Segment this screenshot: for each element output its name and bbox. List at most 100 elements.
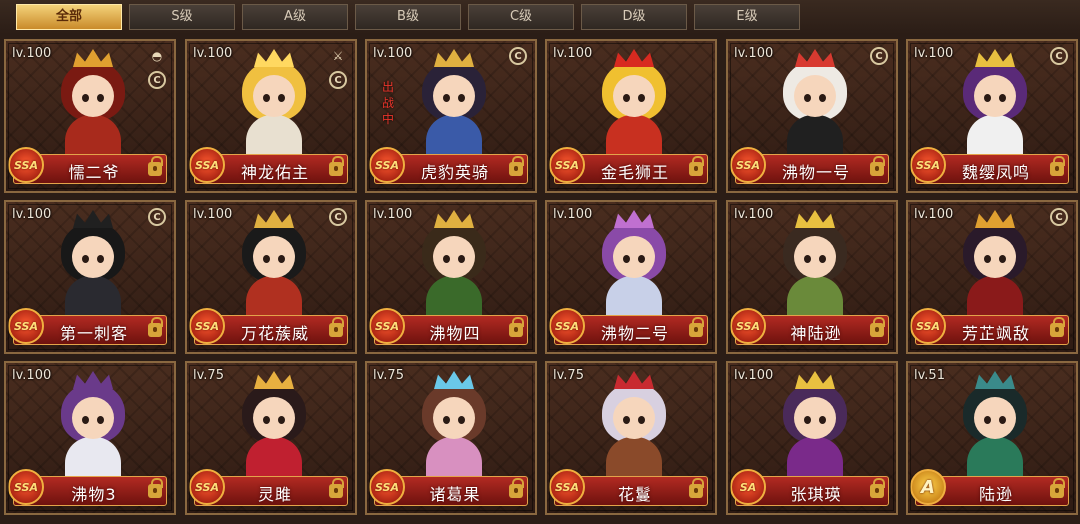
hero-badges: C [509, 47, 527, 65]
lock-icon[interactable] [870, 156, 885, 176]
portrait-eye [97, 255, 104, 263]
hero-card[interactable]: lv.51 A 陆逊 [906, 361, 1078, 515]
lock-icon[interactable] [870, 317, 885, 337]
hero-level: lv.100 [12, 46, 52, 61]
hero-card[interactable]: lv.75 SSA 诸葛果 [365, 361, 537, 515]
lock-icon[interactable] [1050, 156, 1065, 176]
rank-badge: SSA [8, 308, 44, 344]
portrait-headdress [254, 371, 294, 389]
tab-d-rank[interactable]: D级 [581, 4, 687, 30]
hero-card[interactable]: lv.100 ⚔ C SSA 神龙佑主 [185, 39, 357, 193]
hero-card[interactable]: lv.100 SSA 沸物3 [4, 361, 176, 515]
hero-name: 诸葛果 [429, 485, 481, 504]
hero-card[interactable]: lv.100 SSA 金毛狮王 [545, 39, 717, 193]
hero-portrait [593, 369, 675, 485]
coin-icon: C [1050, 47, 1068, 65]
hero-name: 陆逊 [978, 485, 1013, 504]
portrait-eye [984, 416, 991, 424]
rank-badge: SSA [910, 147, 946, 183]
hero-card[interactable]: lv.100 C SSA 芳芷飒敌 [906, 200, 1078, 354]
hero-level: lv.100 [193, 46, 233, 61]
hero-name-plate: SSA 金毛狮王 [549, 147, 708, 184]
portrait-headdress [254, 49, 294, 67]
portrait-eye [278, 255, 285, 263]
tab-s-rank[interactable]: S级 [129, 4, 235, 30]
hero-card[interactable]: lv.100 C SSA 魏缨凤鸣 [906, 39, 1078, 193]
hero-badges: C [870, 47, 888, 65]
lock-icon[interactable] [329, 156, 344, 176]
hero-card[interactable]: lv.75 SSA 花鬘 [545, 361, 717, 515]
tab-b-rank[interactable]: B级 [355, 4, 461, 30]
hero-card[interactable]: lv.100 SSA 沸物二号 [545, 200, 717, 354]
portrait-eye [278, 94, 285, 102]
hero-name-plate: SSA 虎豹英骑 [369, 147, 528, 184]
portrait-eye [263, 416, 270, 424]
coin-icon: C [148, 71, 166, 89]
portrait-eye [999, 255, 1006, 263]
hero-name-plate: SSA 沸物四 [369, 308, 528, 345]
portrait-headdress [614, 371, 654, 389]
hero-card[interactable]: lv.100 SSA 沸物四 [365, 200, 537, 354]
hero-card[interactable]: lv.100 C 出战中 SSA 虎豹英骑 [365, 39, 537, 193]
tab-c-rank[interactable]: C级 [468, 4, 574, 30]
portrait-eye [82, 255, 89, 263]
tab-e-rank[interactable]: E级 [694, 4, 800, 30]
portrait-eye [819, 255, 826, 263]
hero-name: 神龙佑主 [240, 163, 309, 182]
portrait-face [794, 236, 836, 278]
portrait-eye [804, 416, 811, 424]
hero-name: 第一刺客 [59, 324, 128, 343]
hero-card[interactable]: lv.100 SA 张琪瑛 [726, 361, 898, 515]
lock-icon[interactable] [509, 478, 524, 498]
hero-card[interactable]: lv.75 SSA 灵雎 [185, 361, 357, 515]
hero-card[interactable]: lv.100 C SSA 万花蔟威 [185, 200, 357, 354]
hero-level: lv.75 [373, 368, 404, 383]
hero-card[interactable]: lv.100 SSA 神陆逊 [726, 200, 898, 354]
coin-icon: C [148, 208, 166, 226]
lock-icon[interactable] [870, 478, 885, 498]
portrait-eye [819, 94, 826, 102]
hero-name: 魏缨凤鸣 [961, 163, 1030, 182]
hero-name-plate: SSA 懦二爷 [8, 147, 167, 184]
hero-portrait [774, 47, 856, 163]
lock-icon[interactable] [509, 317, 524, 337]
lock-icon[interactable] [689, 156, 704, 176]
hero-card[interactable]: lv.100 C SSA 第一刺客 [4, 200, 176, 354]
hero-badges: C [148, 208, 166, 226]
hero-name-plate: SSA 诸葛果 [369, 469, 528, 506]
hero-portrait [413, 47, 495, 163]
hero-card[interactable]: lv.100 C SSA 沸物一号 [726, 39, 898, 193]
rank-badge: SSA [369, 308, 405, 344]
hero-name-plate: SSA 第一刺客 [8, 308, 167, 345]
hero-portrait [233, 47, 315, 163]
lock-icon[interactable] [1050, 317, 1065, 337]
sword-icon: ⚔ [332, 49, 344, 63]
hero-badges: C [1050, 208, 1068, 226]
lock-icon[interactable] [148, 478, 163, 498]
lock-icon[interactable] [148, 156, 163, 176]
portrait-eye [458, 416, 465, 424]
portrait-eye [638, 94, 645, 102]
lock-icon[interactable] [148, 317, 163, 337]
rank-badge: SSA [730, 308, 766, 344]
hero-badges: C [329, 208, 347, 226]
portrait-headdress [795, 371, 835, 389]
tab-a-rank[interactable]: A级 [242, 4, 348, 30]
hero-level: lv.100 [553, 46, 593, 61]
portrait-headdress [795, 210, 835, 228]
lock-icon[interactable] [329, 317, 344, 337]
lock-icon[interactable] [689, 478, 704, 498]
rank-badge: SA [730, 469, 766, 505]
lock-icon[interactable] [1050, 478, 1065, 498]
coin-icon: C [329, 208, 347, 226]
portrait-face [613, 236, 655, 278]
lock-icon[interactable] [329, 478, 344, 498]
tab-all[interactable]: 全部 [16, 4, 122, 30]
portrait-face [974, 397, 1016, 439]
portrait-headdress [434, 49, 474, 67]
lock-icon[interactable] [509, 156, 524, 176]
hero-level: lv.75 [553, 368, 584, 383]
portrait-eye [623, 94, 630, 102]
hero-card[interactable]: lv.100 ◓ C SSA 懦二爷 [4, 39, 176, 193]
lock-icon[interactable] [689, 317, 704, 337]
